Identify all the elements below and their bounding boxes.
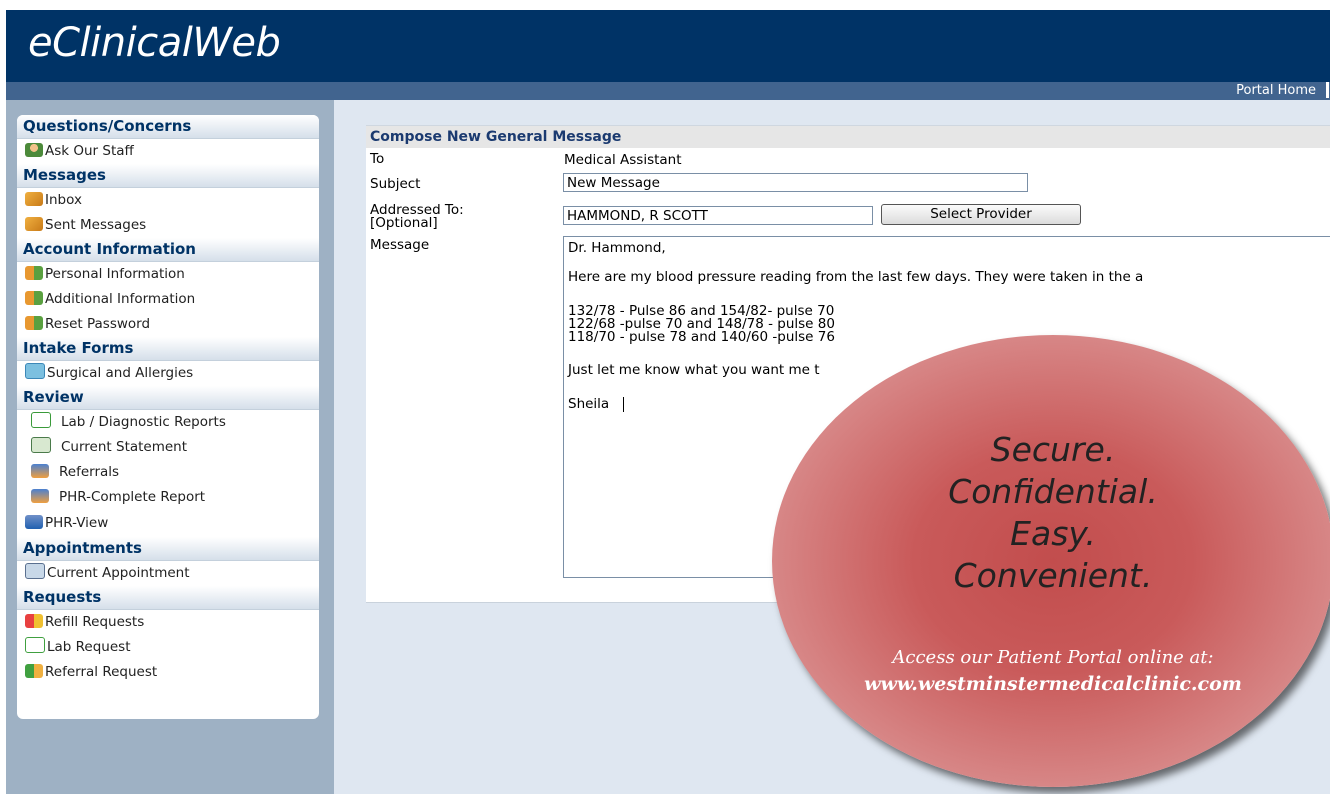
staff-icon xyxy=(25,143,43,157)
calendar-icon xyxy=(25,563,45,579)
section-messages: Messages xyxy=(17,164,319,188)
top-nav-bar: Portal Home xyxy=(6,82,1330,100)
sidebar-item-current-appointment[interactable]: Current Appointment xyxy=(17,561,319,586)
sidebar-item-label: Referral Request xyxy=(45,664,158,680)
sidebar-item-inbox[interactable]: Inbox xyxy=(17,188,319,213)
optional-label: [Optional] xyxy=(370,215,438,231)
sidebar-item-label: Current Statement xyxy=(61,439,188,455)
portal-home-link[interactable]: Portal Home xyxy=(1236,83,1316,98)
lab-request-icon xyxy=(25,637,45,653)
addressed-to-input[interactable]: HAMMOND, R SCOTT xyxy=(563,206,873,225)
section-review: Review xyxy=(17,386,319,410)
app-logo: eClinicalWeb xyxy=(28,20,281,66)
promo-taglines: Secure. Confidential. Easy. Convenient. xyxy=(772,429,1330,597)
sidebar-item-reset-password[interactable]: Reset Password xyxy=(17,312,319,337)
section-account-information: Account Information xyxy=(17,238,319,262)
message-line: Here are my blood pressure reading from … xyxy=(568,269,1144,285)
statement-icon xyxy=(31,437,51,453)
sidebar-item-phr-complete-report[interactable]: PHR-Complete Report xyxy=(17,485,319,510)
sidebar-item-surgical-and-allergies[interactable]: Surgical and Allergies xyxy=(17,361,319,386)
sidebar-item-label: Lab Request xyxy=(47,639,131,655)
sidebar-item-label: Surgical and Allergies xyxy=(47,365,194,381)
header-bar: eClinicalWeb xyxy=(6,10,1330,82)
users-icon xyxy=(25,266,43,280)
phr-view-icon xyxy=(25,515,43,529)
message-label: Message xyxy=(370,237,430,253)
message-line: Sheila xyxy=(568,396,610,412)
section-appointments: Appointments xyxy=(17,537,319,561)
sidebar-item-label: Current Appointment xyxy=(47,565,190,581)
app-window: eClinicalWeb Portal Home Questions/Conce… xyxy=(6,10,1330,794)
subject-input[interactable]: New Message xyxy=(563,173,1028,192)
section-intake-forms: Intake Forms xyxy=(17,337,319,361)
referral-icon xyxy=(31,464,49,478)
sidebar-item-refill-requests[interactable]: Refill Requests xyxy=(17,610,319,635)
sidebar-item-label: Refill Requests xyxy=(45,614,145,630)
sidebar-item-label: Reset Password xyxy=(45,316,151,332)
message-line: 118/70 - pulse 78 and 140/60 -pulse 76 xyxy=(568,329,835,345)
sidebar-item-label: Personal Information xyxy=(45,266,185,282)
promo-oval: Secure. Confidential. Easy. Convenient. … xyxy=(772,335,1330,787)
promo-tagline: Secure. xyxy=(990,430,1116,469)
sidebar-menu: Questions/Concerns Ask Our Staff Message… xyxy=(17,115,319,719)
sidebar-item-label: Referrals xyxy=(59,464,120,480)
sidebar-item-label: Sent Messages xyxy=(45,217,147,233)
sidebar-item-lab-diagnostic-reports[interactable]: Lab / Diagnostic Reports xyxy=(17,410,319,435)
sidebar-item-referral-request[interactable]: Referral Request xyxy=(17,660,319,685)
sidebar-item-label: Ask Our Staff xyxy=(45,143,134,159)
sidebar-item-label: PHR-Complete Report xyxy=(59,489,206,505)
panel-title: Compose New General Message xyxy=(366,126,1330,148)
users-icon xyxy=(25,291,43,305)
sidebar-item-label: Lab / Diagnostic Reports xyxy=(61,414,226,430)
promo-url: www.westminstermedicalclinic.com xyxy=(864,673,1242,695)
lab-chart-icon xyxy=(31,412,51,428)
sidebar-item-additional-information[interactable]: Additional Information xyxy=(17,287,319,312)
subject-label: Subject xyxy=(370,176,421,192)
promo-access-text: Access our Patient Portal online at: xyxy=(892,647,1214,668)
sidebar-item-lab-request[interactable]: Lab Request xyxy=(17,635,319,660)
referral-request-icon xyxy=(25,664,43,678)
sidebar-item-referrals[interactable]: Referrals xyxy=(17,460,319,485)
sidebar-item-personal-information[interactable]: Personal Information xyxy=(17,262,319,287)
nav-separator xyxy=(1326,82,1329,98)
sidebar-item-sent-messages[interactable]: Sent Messages xyxy=(17,213,319,238)
to-value: Medical Assistant xyxy=(564,152,682,168)
sidebar-item-label: Additional Information xyxy=(45,291,196,307)
section-requests: Requests xyxy=(17,586,319,610)
message-line: Just let me know what you want me t xyxy=(568,362,820,378)
to-label: To xyxy=(370,151,385,167)
users-icon xyxy=(25,316,43,330)
section-questions-concerns: Questions/Concerns xyxy=(17,115,319,139)
sidebar-item-label: PHR-View xyxy=(45,515,109,531)
report-icon xyxy=(31,489,49,503)
select-provider-button[interactable]: Select Provider xyxy=(881,204,1081,225)
sidebar-item-ask-our-staff[interactable]: Ask Our Staff xyxy=(17,139,319,164)
sidebar-item-label: Inbox xyxy=(45,192,82,208)
text-cursor xyxy=(623,397,624,412)
mail-icon xyxy=(25,217,43,231)
sidebar-item-current-statement[interactable]: Current Statement xyxy=(17,435,319,460)
mail-icon xyxy=(25,192,43,206)
folder-icon xyxy=(25,363,45,379)
refill-icon xyxy=(25,614,43,628)
sidebar-item-phr-view[interactable]: PHR-View xyxy=(17,510,319,537)
promo-tagline: Confidential. xyxy=(948,472,1158,511)
promo-tagline: Convenient. xyxy=(953,556,1153,595)
promo-tagline: Easy. xyxy=(1010,514,1096,553)
message-line: Dr. Hammond, xyxy=(568,240,666,256)
